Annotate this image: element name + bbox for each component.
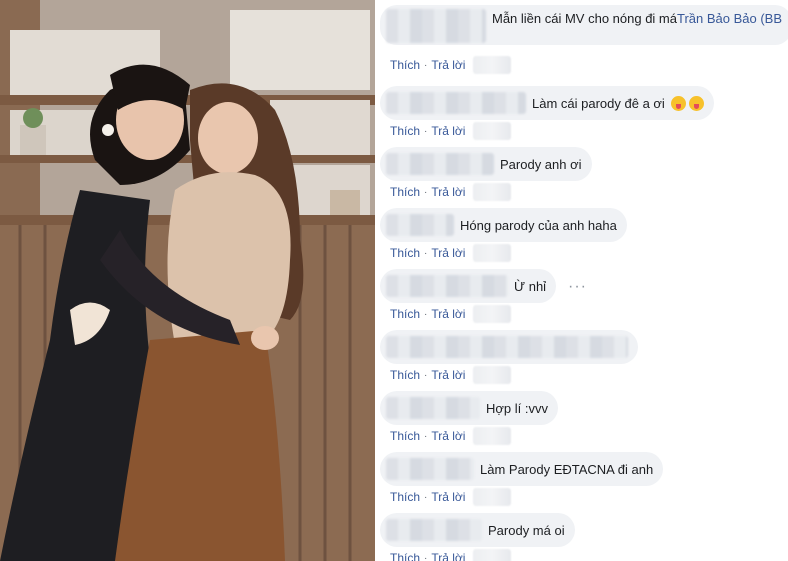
comment-text: Parody anh ơi	[500, 156, 582, 172]
reply-link[interactable]: Trả lời	[431, 551, 465, 561]
blurred-timestamp	[473, 488, 512, 506]
comment-item: Parody anh ơi Thích · Trả lời	[378, 143, 788, 204]
comment-item: Mẫn liền cái MV cho nóng đi má Trần Bảo …	[378, 0, 788, 74]
reply-link[interactable]: Trả lời	[431, 246, 465, 260]
blurred-author-name	[386, 214, 454, 236]
comment-item: Ừ nhỉ ··· Thích · Trả lời	[378, 265, 788, 326]
mention-link[interactable]: Trần Bảo Bảo (BB	[677, 11, 782, 26]
tongue-emoji-icon	[688, 95, 704, 111]
blurred-author-name	[386, 92, 526, 114]
comment-item: Thích · Trả lời	[378, 326, 788, 387]
comment-list: Mẫn liền cái MV cho nóng đi má Trần Bảo …	[378, 0, 788, 561]
comment-bubble: Ừ nhỉ	[380, 269, 557, 303]
reply-link[interactable]: Trả lời	[431, 124, 465, 138]
tongue-emoji-icon	[670, 95, 686, 111]
reply-link[interactable]: Trả lời	[431, 58, 465, 72]
blurred-timestamp	[473, 244, 512, 262]
comment-actions: Thích · Trả lời	[390, 427, 512, 445]
reply-link[interactable]: Trả lời	[431, 368, 465, 382]
comment-actions: Thích · Trả lời	[390, 122, 512, 140]
comment-text: Parody má oi	[488, 522, 565, 538]
comment-text: Làm Parody EĐTACNA đi anh	[480, 461, 654, 477]
comment-bubble: Parody anh ơi	[380, 147, 592, 181]
more-options-icon[interactable]: ···	[568, 278, 587, 296]
comment-text: Mẫn liền cái MV cho nóng đi má	[492, 11, 677, 26]
comment-text: Ừ nhỉ	[514, 278, 547, 294]
comment-actions: Thích · Trả lời	[390, 305, 512, 323]
comment-actions: Thích · Trả lời	[390, 366, 512, 384]
comment-text: Hợp lí :vvv	[486, 400, 548, 416]
blurred-timestamp	[473, 366, 512, 384]
blurred-author-name	[386, 458, 474, 480]
comment-item: Làm cái parody đê a ơi Thích · Trả lời	[378, 82, 788, 143]
photo-image	[0, 0, 375, 561]
like-link[interactable]: Thích	[390, 551, 420, 561]
blurred-timestamp	[473, 56, 512, 74]
blurred-timestamp	[473, 305, 512, 323]
blurred-author-name	[386, 275, 508, 297]
blurred-author-name	[386, 9, 486, 43]
comment-item: Hóng parody của anh haha Thích · Trả lời	[378, 204, 788, 265]
reply-link[interactable]: Trả lời	[431, 307, 465, 321]
comment-bubble	[380, 330, 638, 364]
comment-bubble: Hóng parody của anh haha	[380, 208, 627, 242]
reply-link[interactable]: Trả lời	[431, 490, 465, 504]
comment-bubble: Hợp lí :vvv	[380, 391, 558, 425]
comment-actions: Thích · Trả lời	[390, 549, 512, 561]
comment-actions: Thích · Trả lời	[390, 488, 512, 506]
blurred-timestamp	[473, 427, 512, 445]
like-link[interactable]: Thích	[390, 124, 420, 138]
like-link[interactable]: Thích	[390, 307, 420, 321]
like-link[interactable]: Thích	[390, 246, 420, 260]
blurred-author-name	[386, 397, 480, 419]
blurred-author-name	[386, 153, 494, 175]
like-link[interactable]: Thích	[390, 58, 420, 72]
reply-link[interactable]: Trả lời	[431, 429, 465, 443]
like-link[interactable]: Thích	[390, 490, 420, 504]
comment-text: Làm cái parody đê a ơi	[532, 95, 665, 111]
comment-item: Hợp lí :vvv Thích · Trả lời	[378, 387, 788, 448]
comment-actions: Thích · Trả lời	[390, 56, 512, 74]
comment-bubble: Parody má oi	[380, 513, 575, 547]
comment-bubble: Làm cái parody đê a ơi	[380, 86, 714, 120]
blurred-timestamp	[473, 183, 512, 201]
blurred-author-name	[386, 519, 482, 541]
blurred-comment-content	[386, 336, 628, 358]
comment-actions: Thích · Trả lời	[390, 183, 512, 201]
comment-actions: Thích · Trả lời	[390, 244, 512, 262]
comment-bubble: Làm Parody EĐTACNA đi anh	[380, 452, 664, 486]
like-link[interactable]: Thích	[390, 185, 420, 199]
comment-text: Hóng parody của anh haha	[460, 217, 617, 233]
like-link[interactable]: Thích	[390, 368, 420, 382]
comment-item: Parody má oi Thích · Trả lời	[378, 509, 788, 561]
blurred-timestamp	[473, 549, 512, 561]
comment-bubble: Mẫn liền cái MV cho nóng đi má Trần Bảo …	[380, 5, 788, 45]
like-link[interactable]: Thích	[390, 429, 420, 443]
comment-item: Làm Parody EĐTACNA đi anh Thích · Trả lờ…	[378, 448, 788, 509]
blurred-timestamp	[473, 122, 512, 140]
post-photo[interactable]	[0, 0, 375, 561]
reply-link[interactable]: Trả lời	[431, 185, 465, 199]
